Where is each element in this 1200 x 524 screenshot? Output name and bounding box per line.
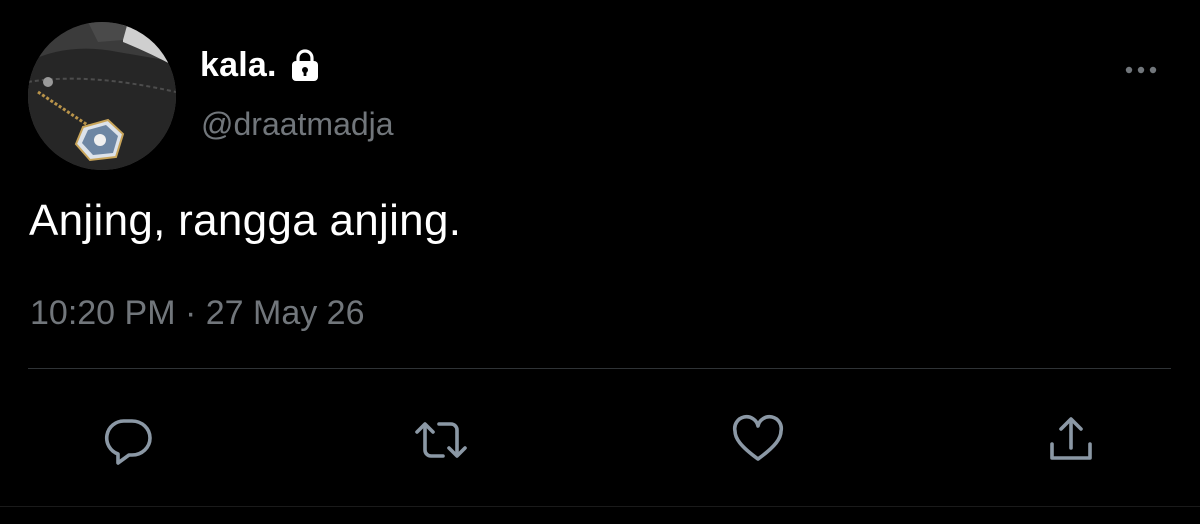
- more-options-icon[interactable]: [1120, 58, 1162, 82]
- lock-icon: [287, 47, 323, 83]
- retweet-icon: [411, 412, 471, 468]
- author-name-row[interactable]: kala.: [200, 42, 323, 88]
- tweet-timestamp[interactable]: 10:20 PM · 27 May 26: [30, 294, 365, 333]
- avatar[interactable]: [28, 22, 176, 170]
- share-button[interactable]: [1043, 412, 1099, 468]
- share-icon: [1043, 412, 1099, 468]
- like-button[interactable]: [730, 412, 786, 468]
- retweet-button[interactable]: [413, 412, 469, 468]
- heart-icon: [730, 412, 786, 468]
- display-name[interactable]: kala.: [200, 46, 277, 85]
- author-handle[interactable]: @draatmadja: [201, 106, 394, 143]
- tweet-text: Anjing, rangga anjing.: [29, 196, 462, 245]
- reply-button[interactable]: [100, 412, 156, 468]
- divider: [28, 368, 1171, 369]
- avatar-photo-icon: [28, 22, 176, 170]
- reply-icon: [100, 412, 156, 468]
- tweet-card: kala. @draatmadja Anjing, rangga anjing.…: [0, 0, 1200, 524]
- bottom-divider: [0, 506, 1200, 507]
